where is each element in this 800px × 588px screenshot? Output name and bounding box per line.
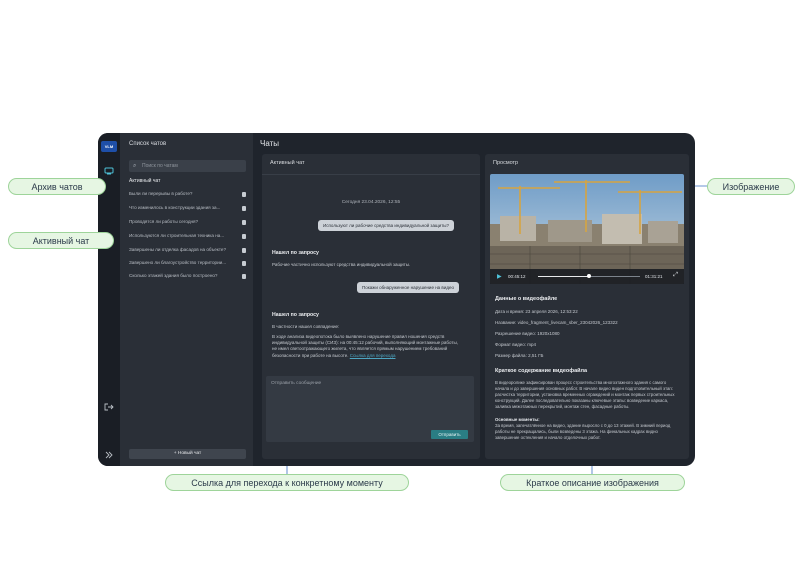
callout-active-chat: Активный чат: [8, 232, 114, 249]
video-meta-line: Разрешение видео: 1920x1080: [495, 331, 560, 336]
preview-title: Просмотр: [493, 160, 519, 166]
video-meta-title: Данные о видеофайле: [495, 296, 558, 302]
chat-list-item[interactable]: Были ли перерывы в работе?: [129, 191, 246, 200]
chat-list-item-label: Сколько этажей здания было построено?: [129, 273, 218, 278]
chat-list-item-label: Что изменилось в конструкции здания за..…: [129, 205, 221, 210]
video-frame[interactable]: [490, 174, 684, 284]
preview-panel: Просмотр ▶ 00:45:12 01:31:21 ⤢ Данные о …: [485, 154, 689, 459]
answer-text: Рабочие частично используют средства инд…: [272, 262, 411, 267]
timestamp-link[interactable]: Ссылка для перехода: [350, 353, 396, 358]
chat-list-item-label: Проводятся ли работы сегодня?: [129, 219, 199, 224]
summary-text: В видеоролике зафиксирован процесс строи…: [495, 380, 675, 409]
new-chat-label: Новый чат: [177, 451, 202, 456]
trash-icon[interactable]: [242, 192, 246, 197]
chat-list-item[interactable]: Что изменилось в конструкции здания за..…: [129, 205, 246, 214]
active-chat-item[interactable]: Активный чат: [129, 178, 160, 184]
trash-icon[interactable]: [242, 261, 246, 266]
seek-handle[interactable]: [587, 274, 591, 278]
seek-bar-fill: [538, 276, 589, 277]
fullscreen-icon[interactable]: ⤢: [673, 272, 678, 279]
chat-list-item[interactable]: Используются ли строительная техника на.…: [129, 233, 246, 242]
app-window: VLM Список чатов ⌕ Поиск по чатам Активн…: [98, 133, 695, 466]
key-points-text: За время, запечатлённое на видео, здание…: [495, 422, 671, 440]
sidebar-title: Список чатов: [129, 141, 167, 147]
chat-list-item[interactable]: Завершено ли благоустройство территории.…: [129, 260, 246, 269]
message-placeholder: Отправить сообщение: [271, 381, 322, 386]
chat-list-item-label: Завершено ли благоустройство территории.…: [129, 260, 227, 265]
trash-icon[interactable]: [242, 248, 246, 253]
summary-key-points: Основные моменты: За время, запечатлённо…: [495, 417, 681, 441]
video-controls: ▶ 00:45:12 01:31:21 ⤢: [490, 269, 684, 284]
play-icon[interactable]: ▶: [497, 273, 502, 280]
active-chat-panel: Активный чат Сегодня 23.04.2026, 12:55 И…: [262, 154, 480, 459]
current-time: 00:45:12: [508, 274, 526, 279]
new-chat-button[interactable]: + Новый чат: [129, 449, 246, 459]
chat-panel-title: Активный чат: [270, 160, 305, 166]
chat-date: Сегодня 23.04.2026, 12:55: [341, 200, 401, 205]
search-icon: ⌕: [133, 163, 137, 169]
divider: [262, 174, 480, 175]
page-title: Чаты: [260, 139, 280, 148]
answer-title: Нашел по запросу: [272, 312, 319, 318]
chat-search-input[interactable]: ⌕ Поиск по чатам: [129, 160, 246, 172]
trash-icon[interactable]: [242, 274, 246, 279]
callout-archive: Архив чатов: [8, 178, 106, 195]
video-meta-line: Размер файла: 2,51 ГБ: [495, 353, 544, 358]
summary-title: Краткое содержание видеофайла: [495, 368, 588, 374]
construction-site-image: [490, 174, 684, 284]
chat-list-sidebar: Список чатов ⌕ Поиск по чатам Активный ч…: [120, 133, 253, 466]
chats-icon[interactable]: [104, 167, 114, 175]
callout-image: Изображение: [707, 178, 795, 195]
vlm-logo: VLM: [101, 141, 117, 152]
answer-intro: В частности нашел совпадение:: [272, 324, 340, 329]
video-meta-line: Дата и время: 23 апреля 2026, 12:53:22: [495, 309, 578, 314]
logout-icon[interactable]: [104, 403, 114, 411]
chat-list-item-label: Используются ли строительная техника на.…: [129, 233, 225, 238]
user-message: Используют ли рабочие средства индивидуа…: [318, 220, 454, 231]
callout-description: Краткое описание изображения: [500, 474, 685, 491]
video-meta-line: Формат видео: mp4: [495, 342, 537, 347]
user-message: Покажи обнаруженное нарушение на видео: [357, 282, 459, 293]
expand-icon[interactable]: [104, 451, 114, 459]
chat-list-item-label: Были ли перерывы в работе?: [129, 191, 193, 196]
video-meta-line: Название: video_fragment_livecam_sber_23…: [495, 320, 618, 325]
chat-list-item[interactable]: Проводятся ли работы сегодня?: [129, 219, 246, 228]
send-button[interactable]: Отправить: [431, 430, 468, 439]
trash-icon[interactable]: [242, 234, 246, 239]
answer-body: В ходе анализа видеопотока было выявлено…: [272, 334, 462, 359]
chat-list-item[interactable]: Сколько этажей здания было построено?: [129, 273, 246, 282]
chat-list-item[interactable]: Завершены ли отделка фасадов на объекте?: [129, 247, 246, 256]
search-placeholder: Поиск по чатам: [142, 163, 178, 169]
answer-title: Нашел по запросу: [272, 250, 319, 256]
trash-icon[interactable]: [242, 206, 246, 211]
trash-icon[interactable]: [242, 220, 246, 225]
chat-list-item-label: Завершены ли отделка фасадов на объекте?: [129, 247, 227, 252]
total-time: 01:31:21: [645, 274, 663, 279]
callout-link: Ссылка для перехода к конкретному момент…: [165, 474, 409, 491]
